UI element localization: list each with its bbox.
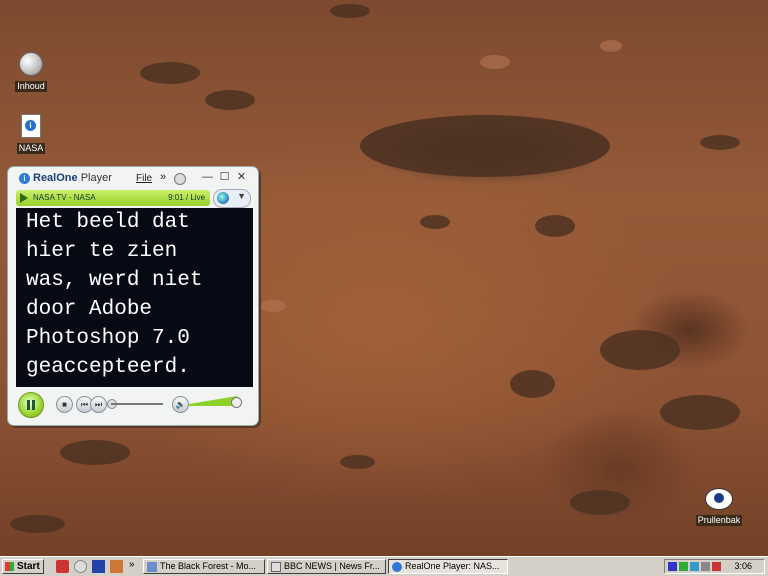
rock <box>510 370 555 398</box>
rock <box>330 4 370 18</box>
pebble <box>600 40 622 52</box>
system-tray: 3:06 <box>664 559 765 574</box>
window-app-icon <box>147 562 157 572</box>
rock <box>205 90 255 110</box>
desktop-icon-inhoud[interactable]: Inhoud <box>1 52 61 94</box>
chevron-down-icon: ▼ <box>237 191 246 201</box>
quicklaunch-icon[interactable] <box>56 560 69 573</box>
desktop-icon-prullenbak[interactable]: Prullenbak <box>689 488 749 528</box>
now-playing-title: NASA TV - NASA <box>33 193 96 202</box>
browser-icon <box>271 562 281 572</box>
playback-time: 9:01 / Live <box>168 193 205 202</box>
rock <box>570 490 630 515</box>
realone-player-window[interactable]: i RealOne Player File » — ☐ ✕ NASA TV - … <box>7 166 259 426</box>
minimize-button[interactable]: — <box>201 171 214 184</box>
quicklaunch-chevron[interactable]: » <box>129 559 135 570</box>
quicklaunch-icon[interactable] <box>74 560 87 573</box>
title-bar[interactable]: i RealOne Player File » — ☐ ✕ <box>8 167 258 189</box>
taskbar-button-black-forest[interactable]: The Black Forest - Mo... <box>143 559 265 574</box>
taskbar-button-label: RealOne Player: NAS... <box>405 561 500 571</box>
recycle-bin-icon <box>705 488 733 510</box>
app-title: RealOne Player <box>33 172 112 184</box>
video-area[interactable]: Het beeld dat hier te zien was, werd nie… <box>16 208 253 387</box>
video-message: Het beeld dat hier te zien was, werd nie… <box>26 211 203 379</box>
skin-menu-icon[interactable] <box>174 173 186 185</box>
rock <box>60 440 130 465</box>
globe-icon <box>217 192 229 204</box>
play-indicator-icon <box>20 193 28 203</box>
pebble <box>480 55 510 69</box>
playback-controls: ■ ⏮ ⏭ 🔈 <box>8 389 258 421</box>
desktop-icon-label: NASA <box>16 143 46 154</box>
rock <box>700 135 740 150</box>
pebble <box>260 300 286 312</box>
shield-icon[interactable] <box>668 562 677 571</box>
volume-icon[interactable] <box>701 562 710 571</box>
seek-slider-track[interactable] <box>111 403 163 405</box>
large-rock <box>360 115 610 177</box>
rock <box>10 515 65 533</box>
rock <box>600 330 680 370</box>
taskbar-button-label: The Black Forest - Mo... <box>160 561 257 571</box>
volume-slider-fill[interactable] <box>189 396 237 404</box>
rock <box>420 215 450 229</box>
desktop-icon-label: Inhoud <box>15 81 47 92</box>
taskbar-button-label: BBC NEWS | News Fr... <box>284 561 380 571</box>
close-button[interactable]: ✕ <box>235 171 248 184</box>
maximize-button[interactable]: ☐ <box>218 171 231 184</box>
menu-file[interactable]: File <box>136 173 152 184</box>
realplayer-file-icon: i <box>21 114 41 138</box>
next-button[interactable]: ⏭ <box>90 396 107 413</box>
quicklaunch-icon[interactable] <box>110 560 123 573</box>
stop-button[interactable]: ■ <box>56 396 73 413</box>
menu-more-chevron[interactable]: » <box>160 171 166 183</box>
desktop-icon-label: Prullenbak <box>695 515 743 526</box>
media-browser-button[interactable]: ▼ <box>213 189 251 208</box>
volume-slider-track[interactable] <box>189 404 237 406</box>
desktop-icon-nasa[interactable]: i NASA <box>1 114 61 156</box>
volume-slider-handle[interactable] <box>231 397 242 408</box>
rock <box>340 455 375 469</box>
realone-logo-icon: i <box>19 173 30 184</box>
now-playing-bar[interactable]: NASA TV - NASA 9:01 / Live <box>16 190 210 206</box>
quicklaunch-icon[interactable] <box>92 560 105 573</box>
globe-icon <box>19 52 43 76</box>
rock <box>535 215 575 237</box>
tray-icon[interactable] <box>690 562 699 571</box>
taskbar-button-realone[interactable]: RealOne Player: NAS... <box>388 559 508 574</box>
realone-icon <box>392 562 402 572</box>
clock[interactable]: 3:06 <box>734 561 752 571</box>
start-button[interactable]: Start <box>2 559 44 574</box>
pause-icon <box>27 400 35 410</box>
tray-icon[interactable] <box>712 562 721 571</box>
taskbar: Start » The Black Forest - Mo... BBC NEW… <box>0 556 768 576</box>
rock <box>660 395 740 430</box>
taskbar-button-bbc-news[interactable]: BBC NEWS | News Fr... <box>267 559 386 574</box>
tray-icon[interactable] <box>679 562 688 571</box>
rock <box>140 62 200 84</box>
volume-button[interactable]: 🔈 <box>172 396 189 413</box>
pause-button[interactable] <box>18 392 44 418</box>
